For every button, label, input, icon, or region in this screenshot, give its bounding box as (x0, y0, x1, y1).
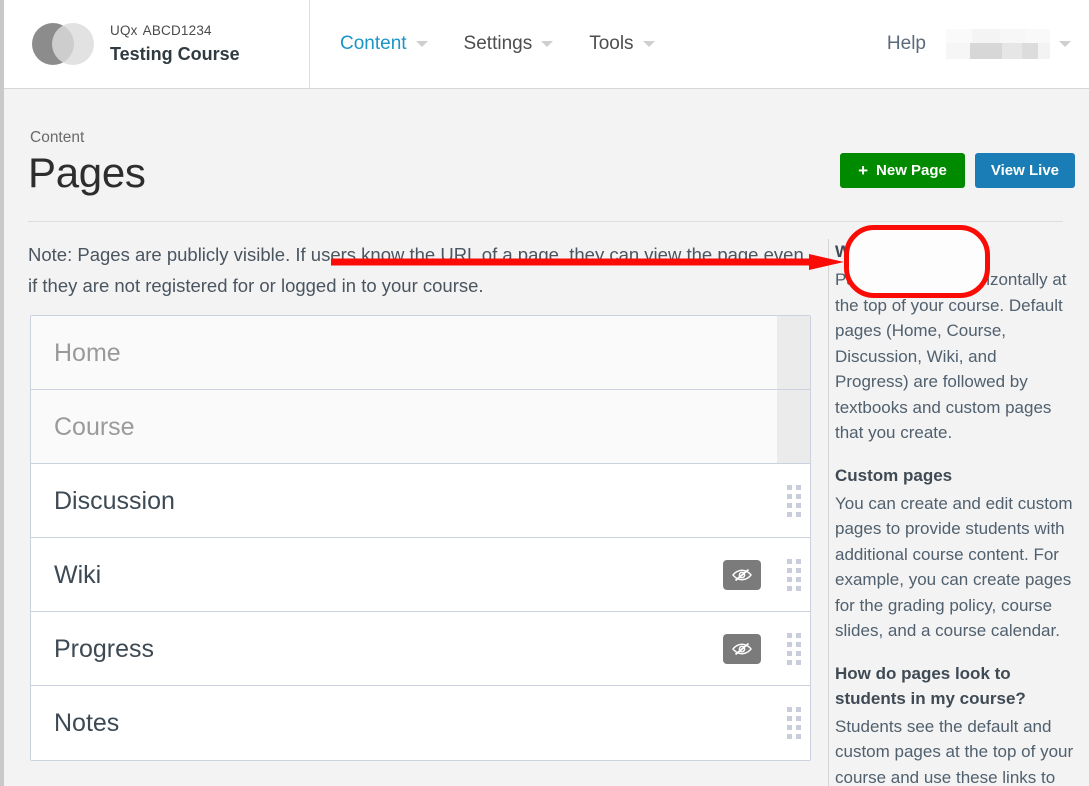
help-body: Students see the default and custom page… (835, 716, 1074, 786)
nav-item-content-label: Content (340, 33, 407, 54)
drag-handle-icon[interactable] (777, 686, 810, 760)
drag-handle-icon[interactable] (777, 538, 810, 611)
page-list: Home Course Discussion Wiki Progress Not… (30, 315, 811, 761)
public-visibility-note: Note: Pages are publicly visible. If use… (28, 244, 804, 296)
chevron-down-icon (415, 41, 428, 47)
page-row-label: Notes (54, 709, 120, 737)
page-row-label: Course (54, 412, 135, 441)
visibility-toggle-button[interactable] (723, 559, 761, 590)
help-block-student-view: How do pages look to students in my cour… (835, 661, 1074, 786)
visibility-toggle-button[interactable] (723, 633, 761, 664)
course-code: UQx ABCD1234 (110, 22, 240, 40)
nav-item-settings[interactable]: Settings (464, 33, 554, 55)
course-branding[interactable]: UQx ABCD1234 Testing Course (4, 0, 310, 88)
eye-slash-icon (732, 642, 752, 655)
help-block-what-are-pages: What are pages? Pages are listed horizon… (835, 239, 1074, 446)
plus-icon: + (858, 161, 869, 180)
table-row[interactable]: Notes (31, 686, 810, 760)
drag-handle-icon[interactable] (777, 464, 810, 537)
table-row[interactable]: Progress (31, 612, 810, 686)
title-divider (28, 221, 1063, 222)
page-row-actions (723, 538, 810, 611)
chevron-down-icon (541, 41, 554, 47)
table-row[interactable]: Discussion (31, 464, 810, 538)
page-title: Pages (28, 149, 146, 196)
table-row[interactable]: Course (31, 390, 810, 464)
new-page-button[interactable]: + New Page (840, 153, 965, 188)
browser-page: UQx ABCD1234 Testing Course Content Setti… (0, 0, 1089, 786)
page-row-label: Home (54, 338, 121, 367)
chevron-down-icon (1059, 41, 1071, 47)
help-heading: How do pages look to students in my cour… (835, 663, 1026, 708)
table-row[interactable]: Home (31, 316, 810, 390)
course-identity: UQx ABCD1234 Testing Course (110, 22, 240, 66)
two-overlapping-circles-logo (32, 22, 94, 66)
page-action-buttons: + New Page View Live (840, 153, 1075, 188)
course-org: UQx (110, 23, 138, 38)
help-heading: Custom pages (835, 465, 953, 485)
page-row-actions (777, 464, 810, 537)
drag-handle-icon[interactable] (777, 612, 810, 685)
page-row-label: Progress (54, 634, 155, 663)
help-block-custom-pages: Custom pages You can create and edit cus… (835, 463, 1074, 644)
page-row-actions (777, 390, 810, 463)
view-live-button[interactable]: View Live (974, 153, 1075, 188)
course-name: Testing Course (110, 44, 240, 64)
page-row-label: Wiki (54, 560, 102, 589)
page-content: Content Pages + New Page View Live Note:… (4, 89, 1089, 786)
course-number: ABCD1234 (142, 23, 212, 38)
page-row-actions (777, 316, 810, 389)
user-account-menu[interactable] (946, 29, 1071, 59)
help-sidebar: What are pages? Pages are listed horizon… (828, 239, 1074, 786)
table-row[interactable]: Wiki (31, 538, 810, 612)
breadcrumb[interactable]: Content (30, 129, 84, 147)
nav-item-settings-label: Settings (463, 33, 533, 54)
chevron-down-icon (642, 41, 655, 47)
username-redacted (946, 29, 1050, 59)
help-body: You can create and edit custom pages to … (835, 493, 1073, 641)
drag-handle-placeholder (777, 390, 810, 463)
eye-slash-icon (732, 568, 752, 581)
help-heading: What are pages? (835, 242, 972, 261)
help-link[interactable]: Help (887, 33, 926, 55)
nav-item-content[interactable]: Content (340, 33, 428, 55)
page-row-label: Discussion (54, 486, 175, 515)
page-row-actions (777, 686, 810, 760)
nav-item-tools-label: Tools (589, 33, 634, 54)
site-header: UQx ABCD1234 Testing Course Content Setti… (4, 0, 1089, 89)
help-body: Pages are listed horizontally at the top… (835, 270, 1067, 442)
main-navigation: Content Settings Tools (340, 0, 655, 88)
new-page-button-label: New Page (876, 162, 947, 179)
page-row-actions (723, 612, 810, 685)
drag-handle-placeholder (777, 316, 810, 389)
header-right-group: Help (887, 0, 1071, 88)
nav-item-tools[interactable]: Tools (589, 33, 655, 55)
